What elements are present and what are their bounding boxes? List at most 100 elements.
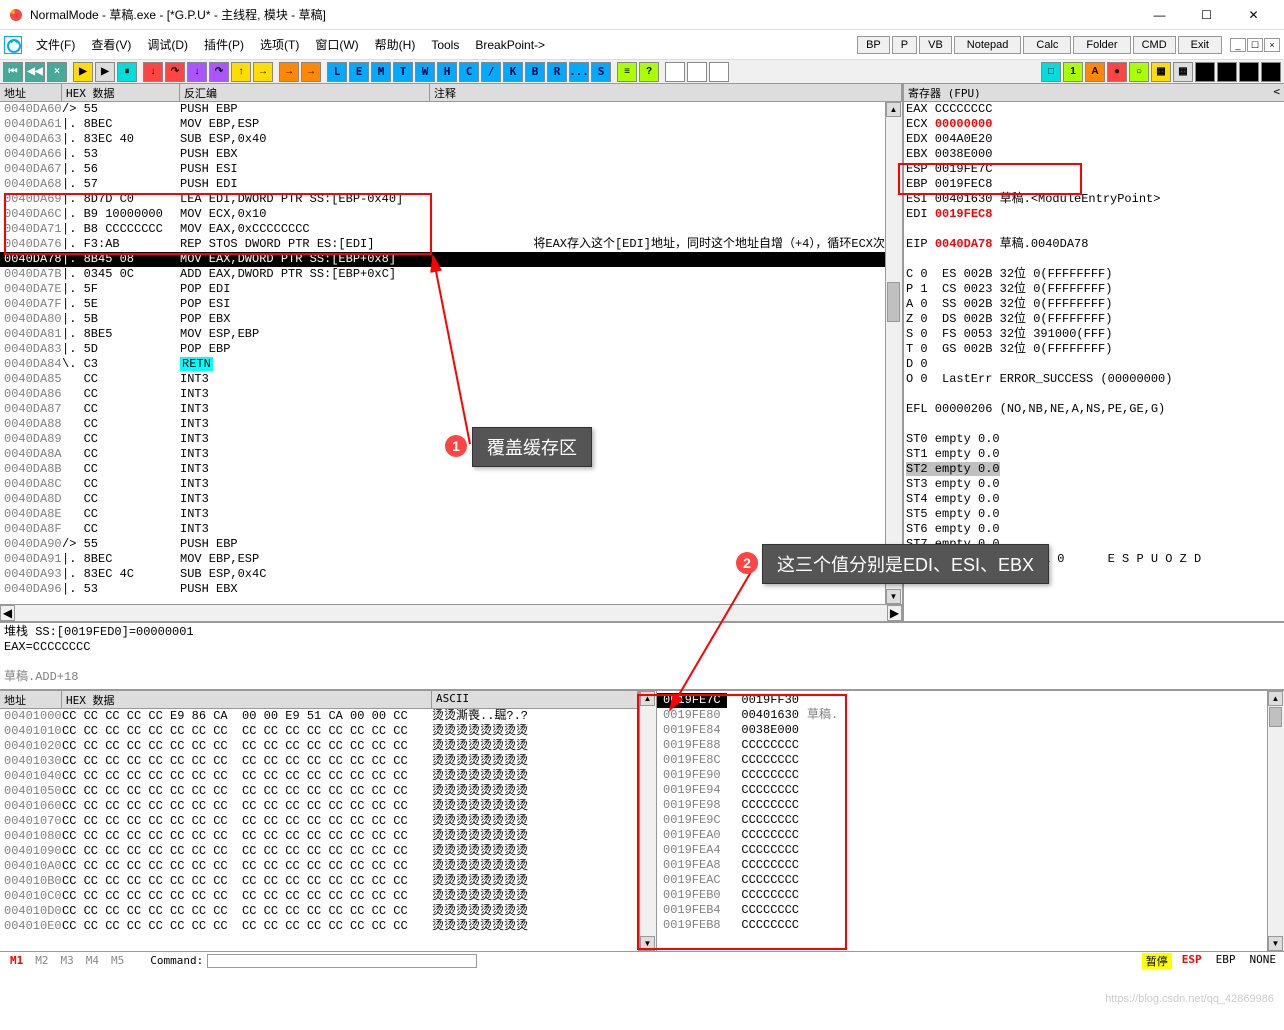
stack-row[interactable]: 0019FE98 CCCCCCCC — [657, 798, 1267, 813]
tool-letter-L[interactable]: L — [327, 62, 347, 82]
tool-r3[interactable]: A — [1085, 62, 1105, 82]
reg-row[interactable]: ST6 empty 0.0 — [906, 522, 1282, 537]
tool-r8[interactable] — [1195, 62, 1215, 82]
btn-Calc[interactable]: Calc — [1023, 36, 1071, 54]
stack-row[interactable]: 0019FE9C CCCCCCCC — [657, 813, 1267, 828]
tool-to2[interactable]: → — [301, 62, 321, 82]
reg-row[interactable] — [906, 387, 1282, 402]
tool-r5[interactable]: ○ — [1129, 62, 1149, 82]
reg-row[interactable]: Z 0 DS 002B 32位 0(FFFFFFFF) — [906, 312, 1282, 327]
reg-row[interactable]: ST1 empty 0.0 — [906, 447, 1282, 462]
reg-row[interactable]: D 0 — [906, 357, 1282, 372]
menu-窗口(W)[interactable]: 窗口(W) — [307, 35, 366, 55]
dump-row[interactable]: 00401020CC CC CC CC CC CC CC CC CC CC CC… — [0, 739, 638, 754]
tool-ret[interactable]: ↑ — [231, 62, 251, 82]
stack-row[interactable]: 0019FE90 CCCCCCCC — [657, 768, 1267, 783]
reg-row[interactable]: S 0 FS 0053 32位 391000(FFF) — [906, 327, 1282, 342]
cpu-row[interactable]: 0040DA7E|. 5FPOP EDI — [0, 282, 885, 297]
dump-row[interactable]: 004010C0CC CC CC CC CC CC CC CC CC CC CC… — [0, 889, 638, 904]
reg-row[interactable]: C 0 ES 002B 32位 0(FFFFFFFF) — [906, 267, 1282, 282]
tool-letter-/[interactable]: / — [481, 62, 501, 82]
cpu-row[interactable]: 0040DA61|. 8BECMOV EBP,ESP — [0, 117, 885, 132]
reg-row[interactable]: EBX 0038E000 — [906, 147, 1282, 162]
reg-row[interactable]: ST2 empty 0.0 — [906, 462, 1282, 477]
tool-letter-H[interactable]: H — [437, 62, 457, 82]
cpu-row[interactable]: 0040DA88 CCINT3 — [0, 417, 885, 432]
reg-row[interactable]: ST0 empty 0.0 — [906, 432, 1282, 447]
stack-row[interactable]: 0019FEB0 CCCCCCCC — [657, 888, 1267, 903]
tool-letter-R[interactable]: R — [547, 62, 567, 82]
tool-x3[interactable] — [709, 62, 729, 82]
status-none[interactable]: NONE — [1246, 953, 1281, 969]
close-button[interactable]: ✕ — [1231, 2, 1276, 27]
tool-letter-M[interactable]: M — [371, 62, 391, 82]
dump-row[interactable]: 00401050CC CC CC CC CC CC CC CC CC CC CC… — [0, 784, 638, 799]
menu-Tools[interactable]: Tools — [423, 35, 467, 55]
dump-row[interactable]: 00401010CC CC CC CC CC CC CC CC CC CC CC… — [0, 724, 638, 739]
tool-pause[interactable]: ⏸ — [117, 62, 137, 82]
stack-row[interactable]: 0019FEB8 CCCCCCCC — [657, 918, 1267, 933]
cpu-row[interactable]: 0040DA80|. 5BPOP EBX — [0, 312, 885, 327]
reg-row[interactable]: ST5 empty 0.0 — [906, 507, 1282, 522]
reg-row[interactable]: P 1 CS 0023 32位 0(FFFFFFFF) — [906, 282, 1282, 297]
tool-letter-T[interactable]: T — [393, 62, 413, 82]
menu-选项(T)[interactable]: 选项(T) — [252, 35, 307, 55]
tool-r10[interactable] — [1239, 62, 1259, 82]
menu-帮助(H)[interactable]: 帮助(H) — [367, 35, 424, 55]
tool-r4[interactable]: ● — [1107, 62, 1127, 82]
dump-pane[interactable]: 地址 HEX 数据 ASCII 00401000CC CC CC CC CC E… — [0, 691, 640, 951]
status-M4[interactable]: M4 — [80, 954, 105, 967]
status-esp[interactable]: ESP — [1178, 953, 1206, 969]
tool-playgray[interactable]: ▶ — [95, 62, 115, 82]
stack-row[interactable]: 0019FE8C CCCCCCCC — [657, 753, 1267, 768]
cpu-row[interactable]: 0040DA87 CCINT3 — [0, 402, 885, 417]
minimize-button[interactable]: — — [1137, 2, 1182, 27]
tool-x2[interactable] — [687, 62, 707, 82]
dump-row[interactable]: 00401060CC CC CC CC CC CC CC CC CC CC CC… — [0, 799, 638, 814]
reg-row[interactable]: ESP 0019FE7C — [906, 162, 1282, 177]
tool-letter-K[interactable]: K — [503, 62, 523, 82]
tool-rewind[interactable]: ⏮ — [3, 62, 23, 82]
menu-查看(V)[interactable]: 查看(V) — [83, 35, 139, 55]
cpu-row[interactable]: 0040DA8F CCINT3 — [0, 522, 885, 537]
tool-r2[interactable]: 1 — [1063, 62, 1083, 82]
stack-row[interactable]: 0019FEB4 CCCCCCCC — [657, 903, 1267, 918]
stack-row[interactable]: 0019FE80 00401630草稿. — [657, 708, 1267, 723]
disassembly-pane[interactable]: 地址 HEX 数据 反汇编 注释 0040DA60/> 55PUSH EBP00… — [0, 84, 904, 621]
reg-row[interactable]: EDX 004A0E20 — [906, 132, 1282, 147]
cpu-scroll-h[interactable]: ◀ ▶ — [0, 604, 902, 621]
reg-row[interactable]: O 0 LastErr ERROR_SUCCESS (00000000) — [906, 372, 1282, 387]
cpu-row[interactable]: 0040DA7F|. 5EPOP ESI — [0, 297, 885, 312]
reg-row[interactable] — [906, 417, 1282, 432]
stack-scroll[interactable]: ▲ ▼ — [640, 691, 657, 951]
stack-row[interactable]: 0019FEAC CCCCCCCC — [657, 873, 1267, 888]
dump-row[interactable]: 004010D0CC CC CC CC CC CC CC CC CC CC CC… — [0, 904, 638, 919]
status-M2[interactable]: M2 — [29, 954, 54, 967]
reg-row[interactable]: EIP 0040DA78 草稿.0040DA78 — [906, 237, 1282, 252]
dump-row[interactable]: 004010A0CC CC CC CC CC CC CC CC CC CC CC… — [0, 859, 638, 874]
stack-row[interactable]: 0019FEA4 CCCCCCCC — [657, 843, 1267, 858]
btn-Notepad[interactable]: Notepad — [954, 36, 1022, 54]
dump-row[interactable]: 004010E0CC CC CC CC CC CC CC CC CC CC CC… — [0, 919, 638, 934]
tool-letter-W[interactable]: W — [415, 62, 435, 82]
status-M5[interactable]: M5 — [105, 954, 130, 967]
stack-pane[interactable]: ▲ ▼ 0019FE7C 0019FF300019FE80 00401630草稿… — [640, 691, 1284, 951]
reg-row[interactable]: ESI 00401630 草稿.<ModuleEntryPoint> — [906, 192, 1282, 207]
stack-row[interactable]: 0019FE88 CCCCCCCC — [657, 738, 1267, 753]
tool-trace1[interactable]: ↓ — [187, 62, 207, 82]
stack-row[interactable]: 0019FEA8 CCCCCCCC — [657, 858, 1267, 873]
command-input[interactable] — [207, 954, 477, 968]
cpu-row[interactable]: 0040DA71|. B8 CCCCCCCCMOV EAX,0xCCCCCCCC — [0, 222, 885, 237]
tool-r11[interactable] — [1261, 62, 1281, 82]
cpu-row[interactable]: 0040DA8D CCINT3 — [0, 492, 885, 507]
tool-back[interactable]: ◀◀ — [25, 62, 45, 82]
dump-row[interactable]: 00401080CC CC CC CC CC CC CC CC CC CC CC… — [0, 829, 638, 844]
tool-r9[interactable] — [1217, 62, 1237, 82]
cpu-scroll-v[interactable]: ▲ ▼ — [885, 102, 902, 604]
reg-row[interactable]: EAX CCCCCCCC — [906, 102, 1282, 117]
cpu-row[interactable]: 0040DA81|. 8BE5MOV ESP,EBP — [0, 327, 885, 342]
dump-row[interactable]: 00401040CC CC CC CC CC CC CC CC CC CC CC… — [0, 769, 638, 784]
menu-调试(D)[interactable]: 调试(D) — [139, 35, 196, 55]
cpu-row[interactable]: 0040DA6C|. B9 10000000MOV ECX,0x10 — [0, 207, 885, 222]
dump-row[interactable]: 00401030CC CC CC CC CC CC CC CC CC CC CC… — [0, 754, 638, 769]
